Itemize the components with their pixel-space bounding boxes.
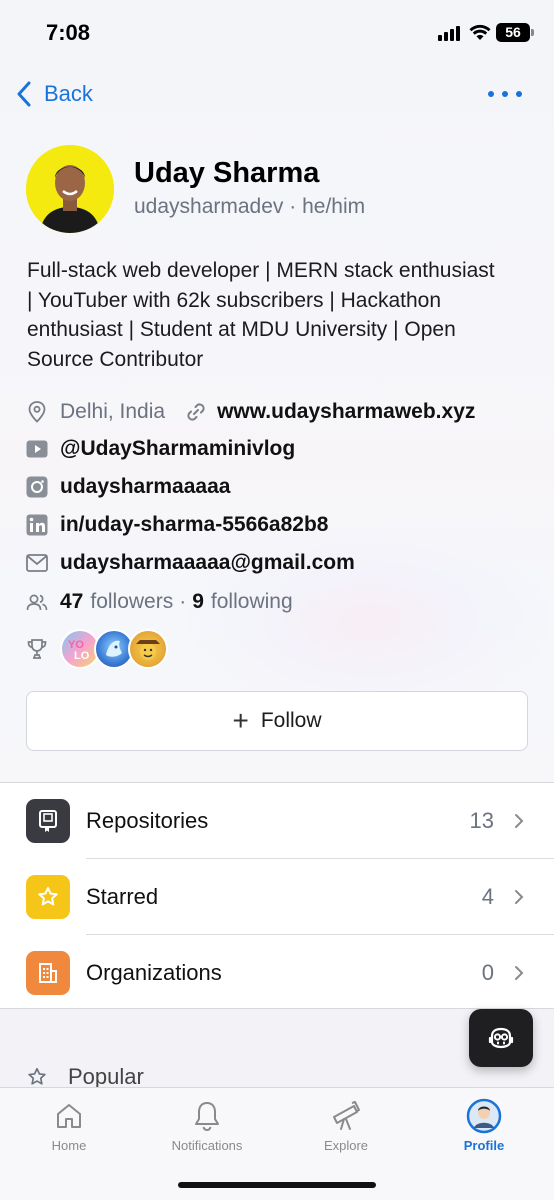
starred-count: 4 [481, 883, 494, 909]
profile-screen: 7:08 56 Back Uday Sharma udaysharmadev ·… [0, 0, 554, 1200]
wifi-icon [469, 24, 491, 41]
tab-notifications-label: Notifications [171, 1138, 243, 1153]
handle-separator: · [289, 195, 297, 218]
cellular-signal-icon [438, 25, 462, 41]
list-item-repositories[interactable]: Repositories 13 [0, 783, 554, 858]
tab-explore[interactable]: Explore [286, 1098, 406, 1158]
repositories-label: Repositories [86, 807, 209, 833]
star-outline-icon [28, 1067, 46, 1085]
starred-label: Starred [86, 883, 159, 909]
follow-button[interactable]: + Follow [26, 691, 528, 751]
avatar[interactable] [26, 145, 114, 233]
followers-label[interactable]: followers [90, 590, 173, 614]
tab-notifications[interactable]: Notifications [147, 1098, 267, 1158]
chevron-right-icon [515, 966, 524, 980]
organizations-count: 0 [481, 959, 494, 985]
youtube-row[interactable]: @UdaySharmaminivlog [26, 434, 295, 464]
followers-row[interactable]: 47 followers · 9 following [26, 587, 293, 617]
website-link[interactable]: www.udaysharmaweb.xyz [217, 400, 475, 424]
youtube-icon [26, 438, 48, 460]
profile-bio: Full-stack web developer | MERN stack en… [27, 259, 495, 371]
people-icon [26, 591, 48, 613]
email-link[interactable]: udaysharmaaaaa@gmail.com [60, 551, 355, 575]
repo-icon [26, 798, 70, 843]
location-text: Delhi, India [60, 400, 166, 423]
tab-explore-label: Explore [323, 1138, 369, 1153]
organizations-label: Organizations [86, 959, 222, 985]
achievements-row [26, 634, 60, 664]
status-bar: 7:08 56 [0, 0, 554, 64]
plus-icon: + [232, 705, 249, 736]
home-indicator [178, 1182, 376, 1188]
telescope-icon [286, 1098, 406, 1134]
follow-label: Follow [260, 709, 322, 732]
link-icon [185, 401, 207, 423]
pronouns: he/him [302, 195, 366, 218]
more-options-button[interactable] [488, 84, 522, 104]
profile-name: Uday Sharma [134, 157, 320, 189]
location-website-row: Delhi, India www.udaysharmaweb.xyz [26, 397, 475, 427]
tab-profile[interactable]: Profile [424, 1098, 544, 1158]
list-item-starred[interactable]: Starred 4 [0, 859, 554, 934]
email-row[interactable]: udaysharmaaaaa@gmail.com [26, 548, 355, 578]
svg-text:LO: LO [74, 650, 90, 662]
copilot-button[interactable] [469, 1009, 533, 1067]
followers-separator: · [179, 590, 187, 613]
instagram-handle[interactable]: udaysharmaaaaa [60, 475, 230, 499]
instagram-icon [26, 476, 48, 498]
status-time: 7:08 [46, 20, 91, 45]
organization-icon [26, 950, 70, 995]
chevron-right-icon [515, 890, 524, 904]
following-count: 9 [192, 590, 204, 613]
mail-icon [26, 552, 48, 574]
profile-sections-list: Repositories 13 Starred 4 Organizations … [0, 782, 554, 1009]
linkedin-row[interactable]: in/uday-sharma-5566a82b8 [26, 510, 328, 540]
list-item-organizations[interactable]: Organizations 0 [0, 935, 554, 1010]
instagram-row[interactable]: udaysharmaaaaa [26, 472, 230, 502]
back-label: Back [44, 81, 93, 106]
home-icon [9, 1098, 129, 1134]
chevron-left-icon [17, 81, 31, 107]
tab-profile-label: Profile [463, 1138, 505, 1153]
back-button[interactable]: Back [16, 78, 93, 110]
repositories-count: 13 [469, 807, 494, 833]
copilot-icon [488, 1027, 514, 1049]
linkedin-handle[interactable]: in/uday-sharma-5566a82b8 [60, 513, 328, 537]
star-icon [26, 874, 70, 919]
trophy-icon [26, 638, 48, 660]
username: udaysharmadev [134, 195, 284, 218]
tab-home[interactable]: Home [9, 1098, 129, 1158]
followers-count: 47 [60, 590, 84, 613]
profile-avatar-icon [424, 1098, 544, 1134]
chevron-right-icon [515, 814, 524, 828]
tab-home-label: Home [51, 1138, 87, 1153]
location-pin-icon [26, 401, 48, 423]
linkedin-icon [26, 514, 48, 536]
youtube-handle[interactable]: @UdaySharmaminivlog [60, 437, 295, 461]
quickdraw-badge-icon[interactable] [128, 629, 168, 669]
profile-handle: udaysharmadev · he/him [134, 195, 365, 219]
bell-icon [147, 1098, 267, 1134]
following-label[interactable]: following [211, 590, 293, 614]
battery-indicator: 56 [496, 23, 534, 42]
